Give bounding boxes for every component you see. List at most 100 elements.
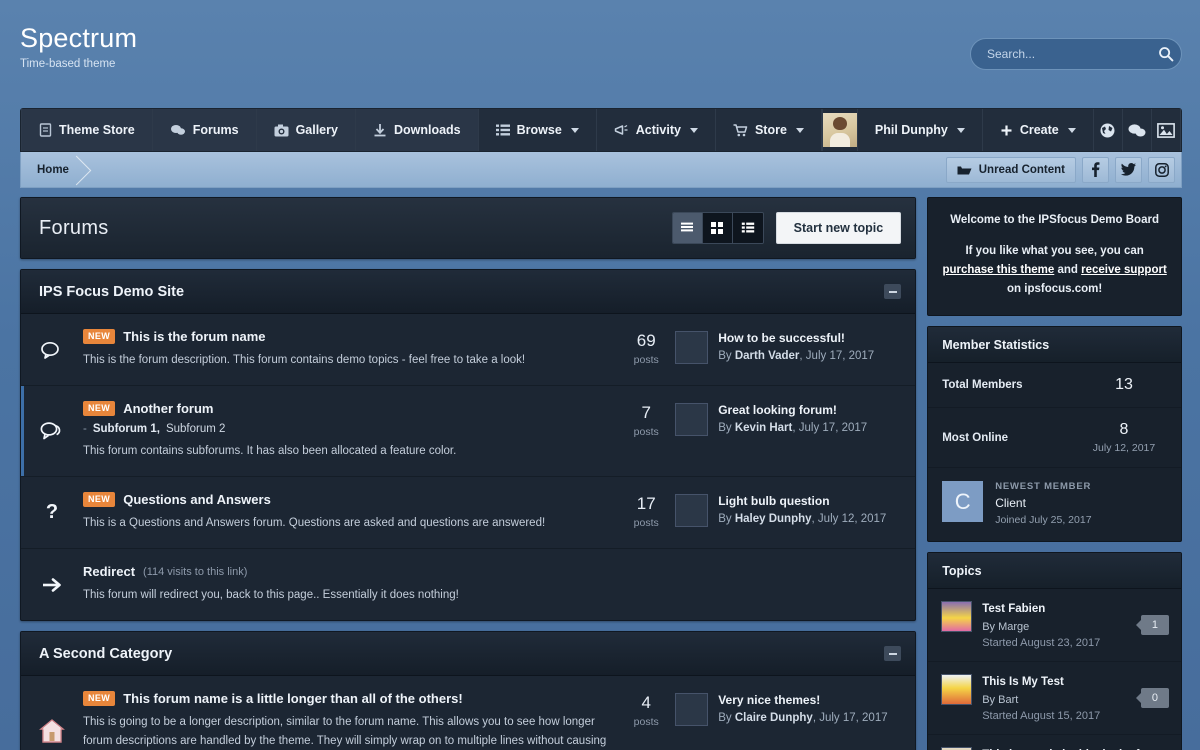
post-count-value: 69 [636,331,656,350]
topic-title[interactable]: This Is My Test [982,674,1100,690]
start-new-topic-button[interactable]: Start new topic [775,212,902,244]
last-post: How to be successful! By Darth Vader, Ju… [675,329,901,370]
forum-row[interactable]: NEW Another forum - Subforum 1, Subforum… [21,386,916,477]
collapse-icon[interactable] [884,646,902,661]
forum-row[interactable]: ? NEW Questions and Answers This is a Qu… [21,477,916,549]
breadcrumb-item-home[interactable]: Home [21,152,91,187]
last-post-author[interactable]: Kevin Hart [735,422,793,434]
stat-label: Most Online [942,431,1009,444]
search-input[interactable] [971,47,1150,61]
newest-member[interactable]: C NEWEST MEMBER Client Joined July 25, 2… [928,468,1181,541]
collapse-icon[interactable] [884,284,902,299]
chevron-down-icon [689,127,698,133]
nav-item-downloads[interactable]: Downloads [355,109,479,151]
last-post-author[interactable]: Haley Dunphy [735,513,812,525]
create-label: Create [1019,123,1059,137]
by-prefix: By [718,350,735,362]
forum-row[interactable]: NEW This is the forum name This is the f… [21,314,916,386]
forum-post-count: 7 posts [617,401,675,461]
forum-description: This is a Questions and Answers forum. Q… [83,517,546,529]
last-post-date: , July 17, 2017 [799,350,875,362]
chevron-down-icon [1067,127,1076,133]
nav-item-activity[interactable]: Activity [597,109,716,151]
forum-name[interactable]: This is the forum name [123,329,265,344]
subforum-link[interactable]: Subforum 2 [166,423,225,435]
member-statistics-title: Member Statistics [928,327,1181,363]
forum-name[interactable]: Questions and Answers [123,492,271,507]
page-layout: Forums Start new topic IPS Focus Demo Si… [20,197,1182,750]
search-box[interactable] [970,38,1182,70]
comments-icon [170,125,185,135]
last-post-date: , July 12, 2017 [811,513,887,525]
topic-text: This Is My Test By Bart Started August 1… [982,674,1100,722]
newest-member-name[interactable]: Client [995,496,1091,510]
facebook-icon [1092,162,1100,177]
comments-icon [21,329,83,370]
forum-description: This forum contains subforums. It has al… [83,445,457,457]
forum-row[interactable]: Redirect (114 visits to this link) This … [21,549,915,620]
last-post-title[interactable]: Great looking forum! [718,403,867,417]
nav-label: Forums [192,123,239,137]
topic-list-item[interactable]: Test Fabien By Marge Started August 23, … [928,589,1181,662]
welcome-block: Welcome to the IPSfocus Demo Board If yo… [927,197,1182,316]
last-post-meta: By Darth Vader, July 17, 2017 [718,350,874,362]
user-avatar-image [822,113,857,147]
search-button[interactable] [1150,39,1181,69]
topic-reply-count: 0 [1140,688,1169,708]
nav-item-forums[interactable]: Forums [152,109,257,151]
receive-support-link[interactable]: receive support [1081,264,1167,276]
forum-body: NEW Questions and Answers This is a Ques… [83,492,617,533]
forum-name[interactable]: Another forum [123,401,213,416]
topic-list-item[interactable]: This Is My Test By Bart Started August 1… [928,662,1181,735]
last-post-title[interactable]: Light bulb question [718,494,886,508]
last-post-text: Light bulb question By Haley Dunphy, Jul… [718,494,886,533]
topic-list-item[interactable]: This is a topic inside the ipsfocus club [928,735,1181,750]
list-view-button[interactable] [672,213,703,243]
forum-row[interactable]: NEW This forum name is a little longer t… [21,676,915,750]
nav-item-store[interactable]: Store [716,109,822,151]
chevron-down-icon [795,127,804,133]
unread-content-button[interactable]: Unread Content [945,156,1076,183]
twitter-icon [1121,163,1136,176]
stat-row-most-online: Most Online 8 July 12, 2017 [928,408,1181,468]
subforum-link[interactable]: Subforum 1, [93,423,160,435]
last-post-title[interactable]: How to be successful! [718,331,874,345]
megaphone-icon [614,124,628,135]
messages-button[interactable] [1123,109,1152,151]
forum-description: This is the forum description. This foru… [83,354,526,366]
nav-item-browse[interactable]: Browse [479,109,597,151]
instagram-button[interactable] [1148,156,1175,183]
view-toggle-group [671,212,764,244]
table-view-icon [741,222,754,233]
avatar[interactable] [822,109,858,151]
topic-title[interactable]: Test Fabien [982,601,1100,617]
notifications-button[interactable] [1094,109,1123,151]
image-button[interactable] [1152,109,1182,151]
stat-date: July 12, 2017 [1092,442,1156,454]
forums-header-panel: Forums Start new topic [20,197,917,259]
last-post-author[interactable]: Darth Vader [735,350,800,362]
last-post-title[interactable]: Very nice themes! [718,693,887,707]
topic-reply-count: 1 [1140,615,1169,635]
last-post-avatar [675,693,709,726]
plus-icon [1001,125,1012,135]
forum-name[interactable]: This forum name is a little longer than … [123,691,463,706]
twitter-button[interactable] [1115,156,1142,183]
forums-header: Forums Start new topic [21,198,916,258]
table-view-button[interactable] [732,213,763,243]
stat-value-wrap: 8 July 12, 2017 [1081,421,1167,454]
post-count-label: posts [633,426,659,438]
nav-item-theme-store[interactable]: Theme Store [21,109,153,151]
last-post-author[interactable]: Claire Dunphy [735,712,813,724]
nav-label: Store [754,123,787,137]
create-menu[interactable]: Create [983,109,1094,151]
forum-title-line: NEW This forum name is a little longer t… [83,691,607,706]
post-count-value: 17 [636,494,656,513]
nav-item-gallery[interactable]: Gallery [256,109,356,151]
forum-name[interactable]: Redirect [83,564,135,579]
grid-view-button[interactable] [702,213,733,243]
camera-icon [274,124,289,136]
purchase-theme-link[interactable]: purchase this theme [942,264,1054,276]
facebook-button[interactable] [1082,156,1109,183]
user-menu[interactable]: Phil Dunphy [858,109,983,151]
